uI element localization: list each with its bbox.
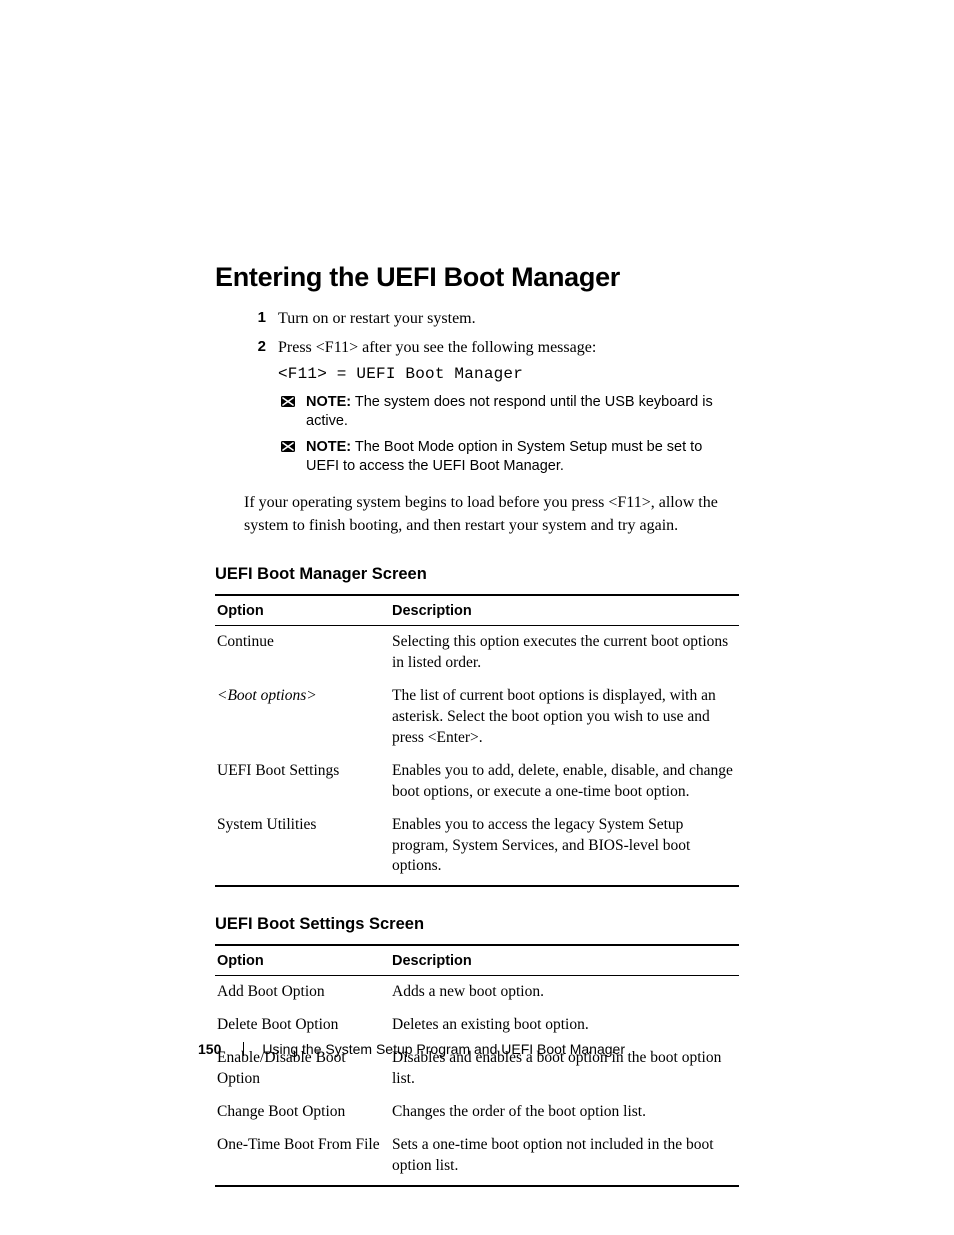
description-cell: Changes the order of the boot option lis…	[390, 1096, 739, 1129]
chapter-title: Using the System Setup Program and UEFI …	[262, 1041, 625, 1057]
option-cell: <Boot options>	[215, 680, 390, 755]
uefi-boot-manager-table: Option Description Continue Selecting th…	[215, 594, 739, 887]
note-icon	[278, 392, 298, 412]
description-cell: The list of current boot options is disp…	[390, 680, 739, 755]
column-header-option: Option	[215, 595, 390, 626]
step-text: Turn on or restart your system.	[278, 307, 739, 330]
note-body: The system does not respond until the US…	[306, 394, 713, 430]
note-label: NOTE:	[306, 394, 351, 410]
column-header-description: Description	[390, 595, 739, 626]
step-item: 2 Press <F11> after you see the followin…	[244, 336, 739, 483]
description-cell: Sets a one-time boot option not included…	[390, 1129, 739, 1186]
table-row: UEFI Boot Settings Enables you to add, d…	[215, 755, 739, 809]
column-header-description: Description	[390, 945, 739, 976]
footer-divider	[243, 1042, 244, 1056]
option-cell: One-Time Boot From File	[215, 1129, 390, 1186]
code-line: <F11> = UEFI Boot Manager	[278, 363, 739, 386]
option-cell: Add Boot Option	[215, 976, 390, 1009]
table-row: Change Boot Option Changes the order of …	[215, 1096, 739, 1129]
description-cell: Enables you to access the legacy System …	[390, 809, 739, 887]
table-row: Add Boot Option Adds a new boot option.	[215, 976, 739, 1009]
description-cell: Deletes an existing boot option.	[390, 1009, 739, 1042]
description-cell: Enables you to add, delete, enable, disa…	[390, 755, 739, 809]
note-icon	[278, 437, 298, 457]
note-block: NOTE: The Boot Mode option in System Set…	[278, 438, 739, 477]
note-label: NOTE:	[306, 439, 351, 455]
paragraph: If your operating system begins to load …	[244, 491, 739, 537]
page-number: 150	[198, 1041, 221, 1057]
uefi-boot-settings-table: Option Description Add Boot Option Adds …	[215, 944, 739, 1186]
table-heading: UEFI Boot Settings Screen	[215, 915, 739, 934]
table-row: Delete Boot Option Deletes an existing b…	[215, 1009, 739, 1042]
steps-list: 1 Turn on or restart your system. 2 Pres…	[244, 307, 739, 483]
option-cell: Continue	[215, 626, 390, 680]
option-cell: Change Boot Option	[215, 1096, 390, 1129]
table-row: System Utilities Enables you to access t…	[215, 809, 739, 887]
page-footer: 150 Using the System Setup Program and U…	[198, 1041, 625, 1057]
table-row: Continue Selecting this option executes …	[215, 626, 739, 680]
note-text: NOTE: The system does not respond until …	[306, 393, 739, 432]
note-text: NOTE: The Boot Mode option in System Set…	[306, 438, 739, 477]
note-block: NOTE: The system does not respond until …	[278, 393, 739, 432]
option-cell: UEFI Boot Settings	[215, 755, 390, 809]
step-number: 1	[244, 307, 278, 330]
table-row: <Boot options> The list of current boot …	[215, 680, 739, 755]
description-cell: Adds a new boot option.	[390, 976, 739, 1009]
column-header-option: Option	[215, 945, 390, 976]
table-heading: UEFI Boot Manager Screen	[215, 565, 739, 584]
step-item: 1 Turn on or restart your system.	[244, 307, 739, 330]
step-body: Press <F11> after you see the following …	[278, 336, 739, 483]
option-cell: System Utilities	[215, 809, 390, 887]
option-cell: Delete Boot Option	[215, 1009, 390, 1042]
page-title: Entering the UEFI Boot Manager	[215, 262, 739, 293]
step-text: Press <F11> after you see the following …	[278, 336, 739, 359]
note-body: The Boot Mode option in System Setup mus…	[306, 439, 702, 475]
description-cell: Selecting this option executes the curre…	[390, 626, 739, 680]
step-number: 2	[244, 336, 278, 483]
table-row: One-Time Boot From File Sets a one-time …	[215, 1129, 739, 1186]
